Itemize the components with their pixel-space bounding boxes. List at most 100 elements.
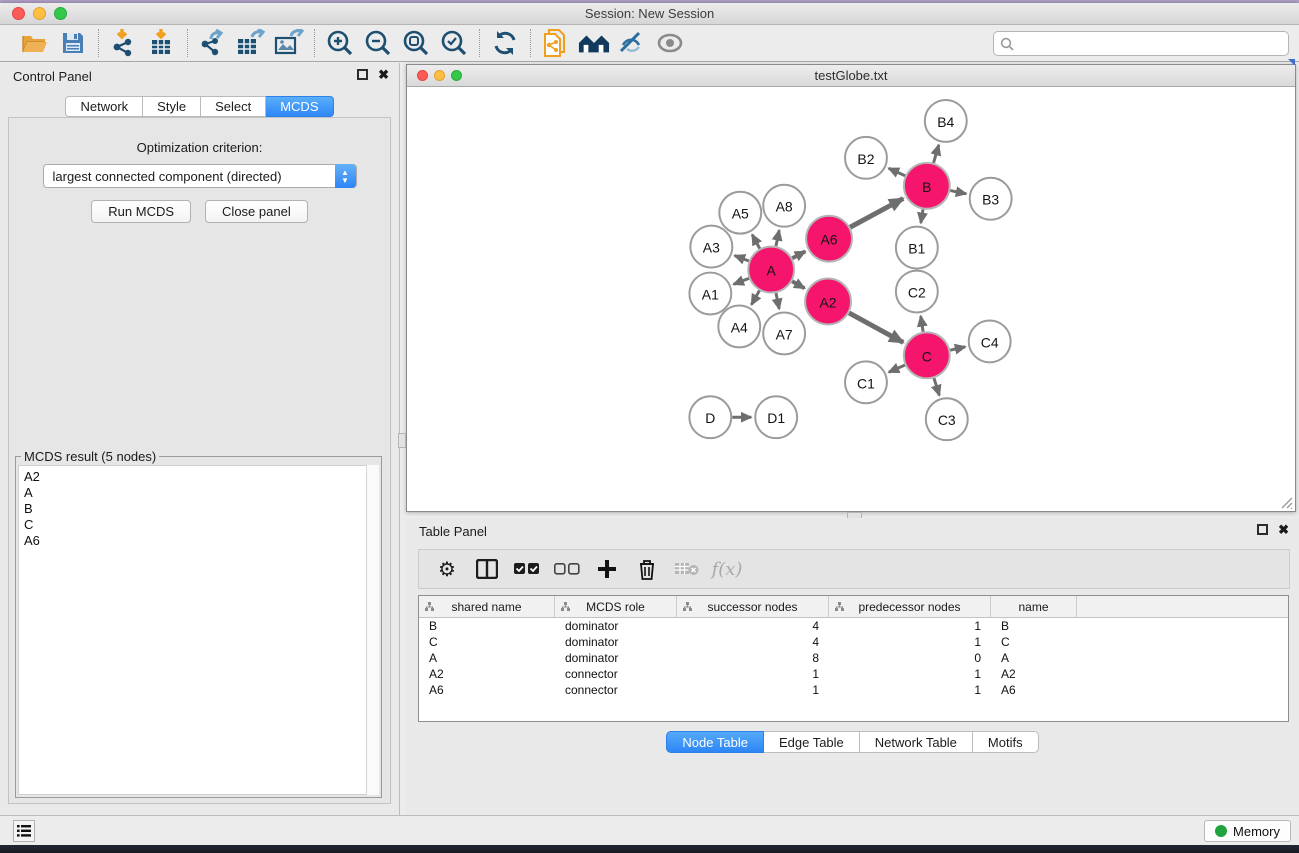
column-header-MCDS-role[interactable]: MCDS role [555,596,677,617]
tab-edge-table[interactable]: Edge Table [764,731,860,753]
result-item[interactable]: A6 [24,533,378,549]
task-history-button[interactable] [13,820,35,842]
open-folder-icon[interactable] [19,28,51,58]
graph-edge-A-A4[interactable] [751,290,759,304]
graph-node-A6[interactable]: A6 [806,216,852,262]
graph-node-B2[interactable]: B2 [845,137,887,179]
run-mcds-button[interactable]: Run MCDS [91,200,191,223]
graph-node-D[interactable]: D [689,396,731,438]
first-neighbors-icon[interactable] [578,28,610,58]
graph-node-A1[interactable]: A1 [689,273,731,315]
graph-edge-B-B3[interactable] [950,191,966,194]
graph-edge-B-B4[interactable] [934,145,939,163]
table-cell[interactable]: 1 [829,619,991,633]
result-scrollbar[interactable] [366,465,379,795]
import-table-icon[interactable] [146,28,178,58]
table-cell[interactable]: 0 [829,651,991,665]
close-panel-icon[interactable]: ✖ [378,69,389,80]
network-canvas[interactable]: B4B2BB3A5A8A6A3B1AC2A1A2A4A7CC4C1C3DD1 [407,87,1295,511]
graph-edge-B-B2[interactable] [889,168,905,176]
table-cell[interactable]: connector [555,667,677,681]
refresh-layout-icon[interactable] [489,28,521,58]
deselect-all-columns-icon[interactable] [549,554,585,584]
column-header-predecessor-nodes[interactable]: predecessor nodes [829,596,991,617]
graph-node-A3[interactable]: A3 [690,226,732,268]
graph-node-B[interactable]: B [904,163,950,209]
table-cell[interactable]: 1 [829,635,991,649]
settings-gear-icon[interactable]: ⚙ [429,554,465,584]
maximize-window-icon[interactable] [54,7,67,20]
graph-node-B1[interactable]: B1 [896,227,938,269]
graph-node-A5[interactable]: A5 [719,192,761,234]
table-cell[interactable]: A [419,651,555,665]
column-header-name[interactable]: name [991,596,1077,617]
network-close-icon[interactable] [417,70,428,81]
table-cell[interactable]: A [991,651,1077,665]
table-cell[interactable]: A6 [419,683,555,697]
graph-edge-A-A1[interactable] [734,278,749,284]
zoom-out-icon[interactable] [362,28,394,58]
split-view-icon[interactable] [469,554,505,584]
result-item[interactable]: B [24,501,378,517]
graph-edge-C-C2[interactable] [921,316,923,332]
zoom-selected-icon[interactable] [438,28,470,58]
add-column-icon[interactable] [589,554,625,584]
graph-node-A[interactable]: A [748,247,794,293]
table-cell[interactable]: A2 [991,667,1077,681]
tab-node-table[interactable]: Node Table [666,731,764,753]
graph-node-C4[interactable]: C4 [969,320,1011,362]
export-image-icon[interactable] [273,28,305,58]
graph-node-C2[interactable]: C2 [896,271,938,313]
table-cell[interactable]: 1 [677,667,829,681]
new-network-from-selection-icon[interactable] [540,28,572,58]
minimize-window-icon[interactable] [33,7,46,20]
graph-node-A2[interactable]: A2 [805,279,851,325]
graph-edge-C-C3[interactable] [934,378,939,395]
result-item[interactable]: A [24,485,378,501]
graph-node-D1[interactable]: D1 [755,396,797,438]
network-maximize-icon[interactable] [451,70,462,81]
close-panel-button[interactable]: Close panel [205,200,308,223]
function-builder-icon[interactable]: f(x) [709,554,745,584]
table-cell[interactable]: connector [555,683,677,697]
table-cell[interactable]: C [419,635,555,649]
export-table-icon[interactable] [235,28,267,58]
export-network-icon[interactable] [197,28,229,58]
result-item[interactable]: C [24,517,378,533]
graph-edge-A6-B[interactable] [850,199,903,228]
table-cell[interactable]: A2 [419,667,555,681]
delete-column-icon[interactable] [629,554,665,584]
table-cell[interactable]: 1 [829,683,991,697]
table-cell[interactable]: 1 [829,667,991,681]
mcds-result-list[interactable]: A2ABCA6 [18,465,379,795]
network-minimize-icon[interactable] [434,70,445,81]
graph-edge-A-A3[interactable] [735,256,749,261]
float-panel-icon[interactable] [357,69,368,80]
table-row[interactable]: Cdominator41C [419,634,1288,650]
show-all-icon[interactable] [654,28,686,58]
import-network-icon[interactable] [108,28,140,58]
tab-style[interactable]: Style [143,96,201,117]
criterion-select[interactable]: largest connected component (directed) ▲… [43,164,357,188]
table-row[interactable]: A2connector11A2 [419,666,1288,682]
node-table[interactable]: shared nameMCDS rolesuccessor nodesprede… [418,595,1289,722]
search-field[interactable] [993,31,1289,56]
graph-edge-A-A8[interactable] [776,230,779,246]
graph-node-B3[interactable]: B3 [970,178,1012,220]
table-cell[interactable]: dominator [555,651,677,665]
table-cell[interactable]: A6 [991,683,1077,697]
tab-select[interactable]: Select [201,96,266,117]
table-cell[interactable]: 8 [677,651,829,665]
memory-button[interactable]: Memory [1204,820,1291,842]
graph-node-A8[interactable]: A8 [763,185,805,227]
search-input[interactable] [1018,37,1282,51]
splitter-handle-vertical[interactable] [398,433,406,448]
zoom-in-icon[interactable] [324,28,356,58]
graph-edge-A-A7[interactable] [776,293,779,309]
table-row[interactable]: Adominator80A [419,650,1288,666]
table-cell[interactable]: dominator [555,619,677,633]
table-cell[interactable]: 4 [677,619,829,633]
column-header-successor-nodes[interactable]: successor nodes [677,596,829,617]
tab-network[interactable]: Network [65,96,143,117]
table-cell[interactable]: C [991,635,1077,649]
